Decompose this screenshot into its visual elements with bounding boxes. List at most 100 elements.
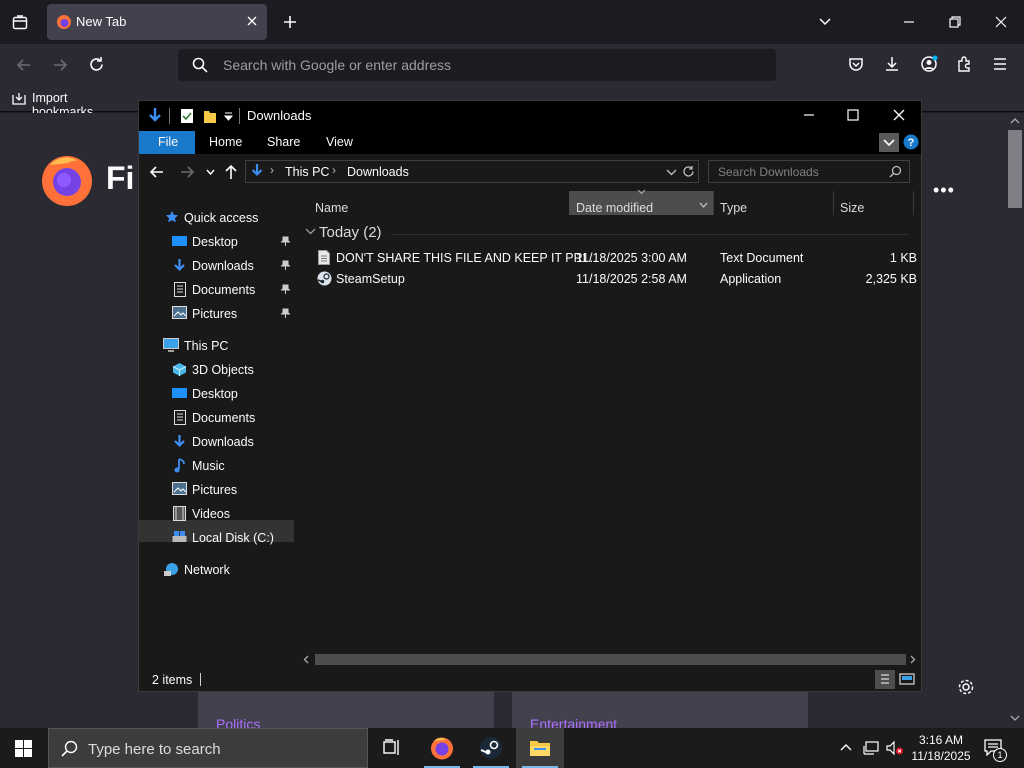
new-folder-icon[interactable] [203, 108, 217, 124]
pictures-icon [172, 306, 187, 319]
nav-item-local-disk[interactable]: Local Disk (C:) [139, 527, 294, 549]
expand-ribbon-button[interactable] [879, 133, 899, 152]
nav-item-desktop[interactable]: Desktop [139, 383, 294, 405]
nav-item-3d-objects[interactable]: 3D Objects [139, 359, 294, 381]
hamburger-menu-icon[interactable] [992, 57, 1008, 71]
volume-muted-icon[interactable] [886, 741, 904, 755]
nav-item-documents[interactable]: Documents [139, 279, 294, 301]
computer-icon [163, 338, 179, 352]
chevron-down-icon[interactable] [818, 15, 832, 29]
maximize-icon[interactable] [847, 109, 859, 121]
tab-share[interactable]: Share [267, 135, 300, 149]
breadcrumb-downloads[interactable]: Downloads [347, 165, 409, 179]
forward-arrow-icon[interactable] [180, 165, 194, 179]
close-tab-icon[interactable] [245, 14, 259, 28]
network-icon[interactable] [863, 741, 879, 755]
task-view-icon [383, 739, 401, 756]
column-header-date-modified[interactable]: Date modified [576, 201, 653, 215]
more-options-icon[interactable]: ••• [933, 180, 955, 201]
downloads-icon[interactable] [884, 56, 900, 72]
minimize-icon[interactable] [902, 15, 916, 29]
topic-card-politics[interactable]: Politics [198, 692, 494, 728]
task-view-button[interactable] [368, 728, 416, 768]
search-downloads-input[interactable]: Search Downloads [708, 160, 910, 183]
close-icon[interactable] [893, 109, 905, 121]
show-hidden-icons-icon[interactable] [840, 743, 852, 752]
nav-item-documents[interactable]: Documents [139, 407, 294, 429]
settings-gear-icon[interactable] [957, 678, 975, 696]
nav-item-videos[interactable]: Videos [139, 503, 294, 525]
close-window-icon[interactable] [994, 15, 1008, 29]
taskbar-search-box[interactable]: Type here to search [48, 728, 368, 768]
group-header-today[interactable]: Today (2) [319, 224, 382, 241]
address-bar[interactable]: › This PC › Downloads [245, 160, 699, 183]
import-bookmarks-button[interactable]: Import bookmarks... [12, 86, 137, 119]
url-placeholder: Search with Google or enter address [223, 57, 452, 73]
help-icon[interactable]: ? [903, 134, 919, 150]
back-arrow-icon[interactable] [150, 165, 164, 179]
refresh-icon[interactable] [682, 165, 695, 178]
column-divider[interactable] [833, 191, 834, 215]
browser-tab-bar: New Tab [0, 0, 1024, 44]
details-view-button[interactable] [875, 670, 895, 689]
film-icon [173, 506, 186, 521]
account-icon[interactable] [920, 55, 938, 73]
up-arrow-icon[interactable] [224, 164, 238, 180]
scrollbar-thumb[interactable] [1008, 130, 1022, 208]
nav-item-pictures[interactable]: Pictures [139, 303, 294, 325]
nav-network[interactable]: Network [139, 559, 294, 581]
back-arrow-icon[interactable] [16, 57, 32, 73]
scroll-right-icon[interactable] [909, 655, 916, 664]
windows-start-icon[interactable] [15, 740, 32, 757]
taskbar-clock[interactable]: 3:16 AM 11/18/2025 [906, 732, 976, 764]
scroll-left-icon[interactable] [303, 655, 310, 664]
taskbar-search-placeholder: Type here to search [88, 741, 221, 758]
nav-quick-access[interactable]: Quick access [139, 207, 294, 229]
collapse-group-icon[interactable] [305, 227, 316, 236]
taskbar-app-file-explorer[interactable] [516, 728, 564, 768]
file-row[interactable]: DON'T SHARE THIS FILE AND KEEP IT PRI...… [315, 248, 917, 269]
address-history-icon[interactable] [666, 167, 677, 177]
list-all-tabs-icon[interactable] [12, 14, 28, 30]
properties-icon[interactable] [180, 108, 194, 124]
taskbar-app-firefox[interactable] [418, 728, 466, 768]
url-bar[interactable]: Search with Google or enter address [178, 49, 776, 81]
extensions-icon[interactable] [956, 56, 972, 72]
nav-this-pc[interactable]: This PC [139, 335, 294, 357]
horizontal-scroll-thumb[interactable] [315, 654, 906, 665]
tab-home[interactable]: Home [209, 135, 242, 149]
scroll-up-icon[interactable] [1010, 117, 1020, 125]
nav-item-desktop[interactable]: Desktop [139, 231, 294, 253]
nav-label: Documents [192, 411, 256, 425]
new-tab-icon[interactable] [282, 14, 298, 30]
nav-item-music[interactable]: Music [139, 455, 294, 477]
breadcrumb-this-pc[interactable]: This PC [285, 165, 329, 179]
nav-item-downloads-selected[interactable]: Downloads [139, 431, 294, 453]
tab-file[interactable]: File [139, 131, 195, 154]
forward-arrow-icon[interactable] [52, 57, 68, 73]
search-placeholder: Search Downloads [718, 165, 819, 179]
breadcrumb-separator-icon[interactable]: › [332, 163, 336, 177]
column-divider[interactable] [713, 191, 714, 215]
column-header-size[interactable]: Size [840, 201, 864, 215]
topic-card-entertainment[interactable]: Entertainment [512, 692, 808, 728]
nav-item-pictures[interactable]: Pictures [139, 479, 294, 501]
scroll-down-icon[interactable] [1010, 714, 1020, 722]
large-icons-view-button[interactable] [899, 672, 915, 686]
tab-view[interactable]: View [326, 135, 353, 149]
column-header-name[interactable]: Name [315, 201, 348, 215]
tab-new-tab[interactable]: New Tab [47, 4, 267, 40]
minimize-icon[interactable] [803, 109, 815, 121]
breadcrumb-separator-icon[interactable]: › [270, 163, 274, 177]
customize-qat-icon[interactable] [224, 112, 233, 121]
column-divider[interactable] [913, 191, 914, 215]
column-dropdown-icon[interactable] [699, 201, 708, 209]
pocket-icon[interactable] [848, 56, 864, 72]
reload-icon[interactable] [88, 56, 105, 73]
recent-locations-icon[interactable] [206, 168, 215, 177]
column-header-type[interactable]: Type [720, 201, 747, 215]
nav-item-downloads[interactable]: Downloads [139, 255, 294, 277]
taskbar-app-steam[interactable] [467, 728, 515, 768]
file-row[interactable]: SteamSetup 11/18/2025 2:58 AM Applicatio… [315, 269, 917, 290]
restore-icon[interactable] [948, 15, 962, 29]
